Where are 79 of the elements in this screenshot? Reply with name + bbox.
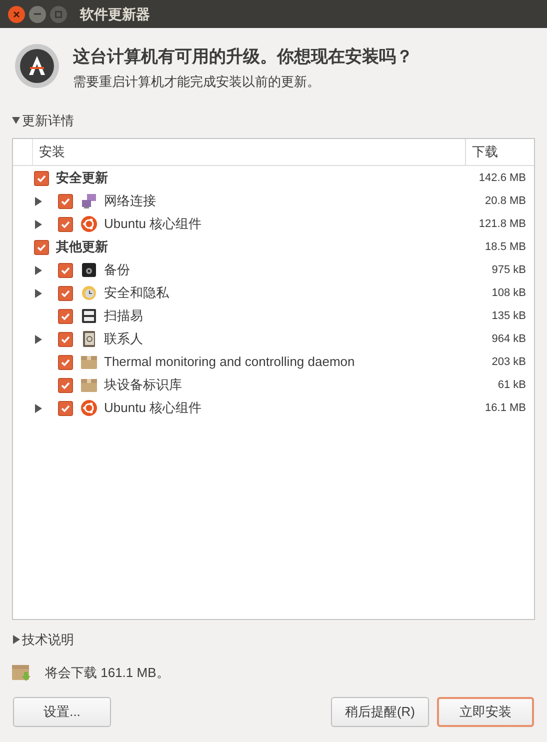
- checkmark-icon: [60, 402, 71, 414]
- checkmark-icon: [60, 218, 71, 230]
- package-download-icon: [12, 664, 31, 682]
- size-cell-text: 975 kB: [492, 262, 526, 278]
- checkmark-icon: [60, 196, 71, 206]
- checkmark-icon: [60, 356, 71, 368]
- size-cell-text: 121.8 MB: [478, 216, 526, 232]
- network-icon: [81, 193, 97, 209]
- header-title: 这台计算机有可用的升级。你想现在安装吗？: [73, 46, 413, 68]
- checkmark-icon: [60, 288, 71, 298]
- checkbox[interactable]: [58, 354, 73, 370]
- checkmark-icon: [36, 242, 47, 252]
- checkmark-icon: [36, 172, 47, 184]
- checkbox[interactable]: [58, 194, 73, 208]
- ubuntu-icon: [81, 400, 97, 416]
- expander-icon[interactable]: [34, 220, 42, 228]
- size-cell-text: 964 kB: [492, 332, 526, 347]
- window-title: 软件更新器: [80, 4, 150, 24]
- checkbox[interactable]: [58, 262, 73, 278]
- package-name: 扫描易: [104, 307, 144, 326]
- maximize-icon: [55, 10, 62, 18]
- expander-icon[interactable]: [12, 116, 20, 126]
- expander-icon[interactable]: [34, 196, 42, 206]
- address-book-icon: [82, 331, 96, 347]
- expander-icon[interactable]: [34, 288, 42, 298]
- checkbox[interactable]: [58, 332, 73, 346]
- checkbox[interactable]: [58, 216, 73, 232]
- minimize-button[interactable]: [29, 6, 46, 22]
- package-name: 联系人: [104, 330, 144, 348]
- checkmark-icon: [60, 380, 71, 390]
- close-icon: [13, 10, 20, 18]
- expander-icon[interactable]: [34, 404, 42, 412]
- safe-icon: [81, 262, 97, 278]
- size-cell-text: 203 kB: [492, 354, 526, 370]
- column-header[interactable]: 下载: [465, 138, 534, 164]
- scanner-icon: [81, 308, 97, 324]
- size-cell-text: 142.6 MB: [478, 170, 526, 186]
- package-name: 块设备标识库: [104, 376, 183, 394]
- checkbox[interactable]: [34, 240, 49, 254]
- checkbox[interactable]: [34, 170, 49, 186]
- minimize-icon: [34, 13, 41, 15]
- technical-expander[interactable]: 技术说明: [12, 630, 74, 649]
- expander-icon[interactable]: [12, 634, 20, 644]
- size-cell-text: 61 kB: [498, 378, 526, 393]
- ubuntu-icon: [81, 216, 97, 232]
- download-note: 将会下载 161.1 MB。: [45, 664, 170, 682]
- checkmark-icon: [60, 264, 71, 276]
- package-icon: [81, 378, 97, 392]
- checkbox[interactable]: [58, 400, 73, 416]
- column-header[interactable]: 安装: [33, 138, 465, 164]
- package-name: 网络连接: [104, 192, 157, 210]
- clock-icon: [81, 285, 97, 301]
- settings-button[interactable]: 设置...: [13, 696, 111, 726]
- size-cell-text: 108 kB: [492, 286, 526, 301]
- checkbox[interactable]: [58, 378, 73, 392]
- group-name: 其他更新: [56, 238, 109, 256]
- checkbox[interactable]: [58, 308, 73, 324]
- size-cell-text: 18.5 MB: [485, 240, 526, 255]
- checkmark-icon: [60, 310, 71, 322]
- header-subtitle: 需要重启计算机才能完成安装以前的更新。: [73, 72, 321, 90]
- package-name: 安全和隐私: [104, 284, 170, 302]
- package-name: 备份: [104, 261, 131, 280]
- package-name: Ubuntu 核心组件: [104, 399, 203, 418]
- expander-icon[interactable]: [34, 334, 42, 344]
- checkbox[interactable]: [58, 286, 73, 300]
- size-cell-text: 16.1 MB: [485, 400, 526, 416]
- remind-later-button[interactable]: 稍后提醒(R): [331, 696, 429, 726]
- install-now-button[interactable]: 立即安装: [437, 696, 534, 726]
- details-expander[interactable]: 更新详情: [12, 111, 74, 130]
- checkmark-icon: [60, 334, 71, 344]
- package-icon: [81, 355, 97, 369]
- close-button[interactable]: [8, 6, 25, 22]
- group-name: 安全更新: [56, 169, 109, 188]
- updater-icon: [14, 43, 60, 89]
- size-cell-text: 135 kB: [492, 308, 526, 324]
- size-cell-text: 20.8 MB: [485, 194, 526, 209]
- package-name: Thermal monitoring and controlling daemon: [104, 353, 356, 372]
- package-name: Ubuntu 核心组件: [104, 215, 203, 234]
- expander-icon[interactable]: [34, 266, 42, 274]
